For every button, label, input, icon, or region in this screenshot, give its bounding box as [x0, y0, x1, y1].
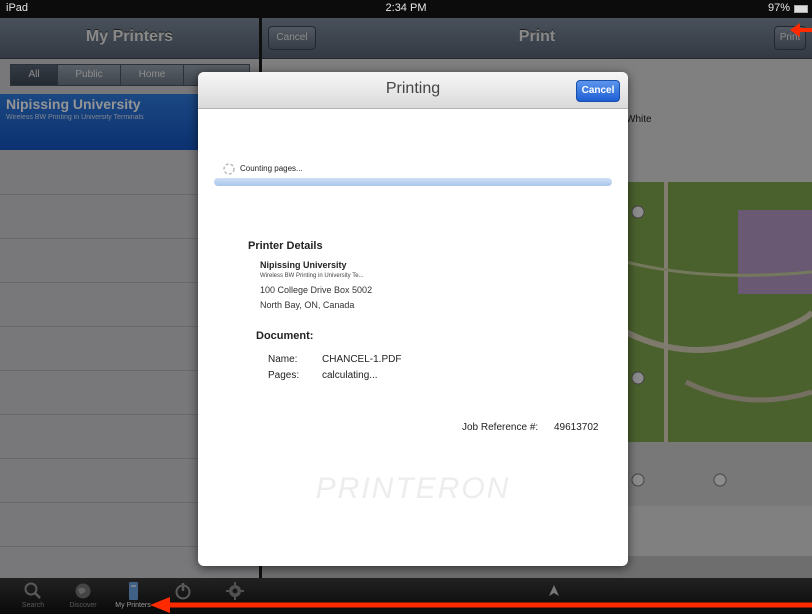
document-name: CHANCEL-1.PDF — [322, 354, 402, 365]
pages-label: Pages: — [268, 370, 300, 381]
annotation-arrow-bottom — [150, 597, 812, 613]
battery-icon — [794, 5, 808, 13]
dialog-title: Printing — [385, 80, 441, 97]
address-line-2: North Bay, ON, Canada — [260, 300, 355, 310]
spinner-icon — [223, 163, 235, 175]
job-reference-label: Job Reference #: — [462, 422, 539, 433]
job-reference-number: 49613702 — [554, 422, 599, 433]
printeron-watermark: PRINTERON — [315, 472, 511, 505]
annotation-arrow-top — [790, 23, 812, 37]
document-heading: Document: — [256, 330, 314, 342]
dialog-printer-name: Nipissing University — [260, 260, 347, 270]
status-bar: iPad 2:34 PM 97% — [0, 0, 812, 18]
battery-percent: 97% — [767, 2, 790, 14]
name-label: Name: — [268, 354, 298, 365]
printing-dialog: Printing Cancel Counting pages... Printe… — [198, 72, 628, 566]
progress-bar — [214, 178, 612, 186]
address-line-1: 100 College Drive Box 5002 — [260, 285, 373, 295]
status-text: Counting pages... — [240, 164, 303, 173]
dialog-printer-description: Wireless BW Printing in University Te... — [260, 273, 364, 279]
dialog-cancel-button[interactable]: Cancel — [576, 80, 620, 102]
pages-value: calculating... — [322, 370, 378, 381]
printer-details-heading: Printer Details — [248, 240, 323, 252]
clock: 2:34 PM — [385, 2, 427, 14]
dialog-header: Printing Cancel — [198, 72, 628, 109]
